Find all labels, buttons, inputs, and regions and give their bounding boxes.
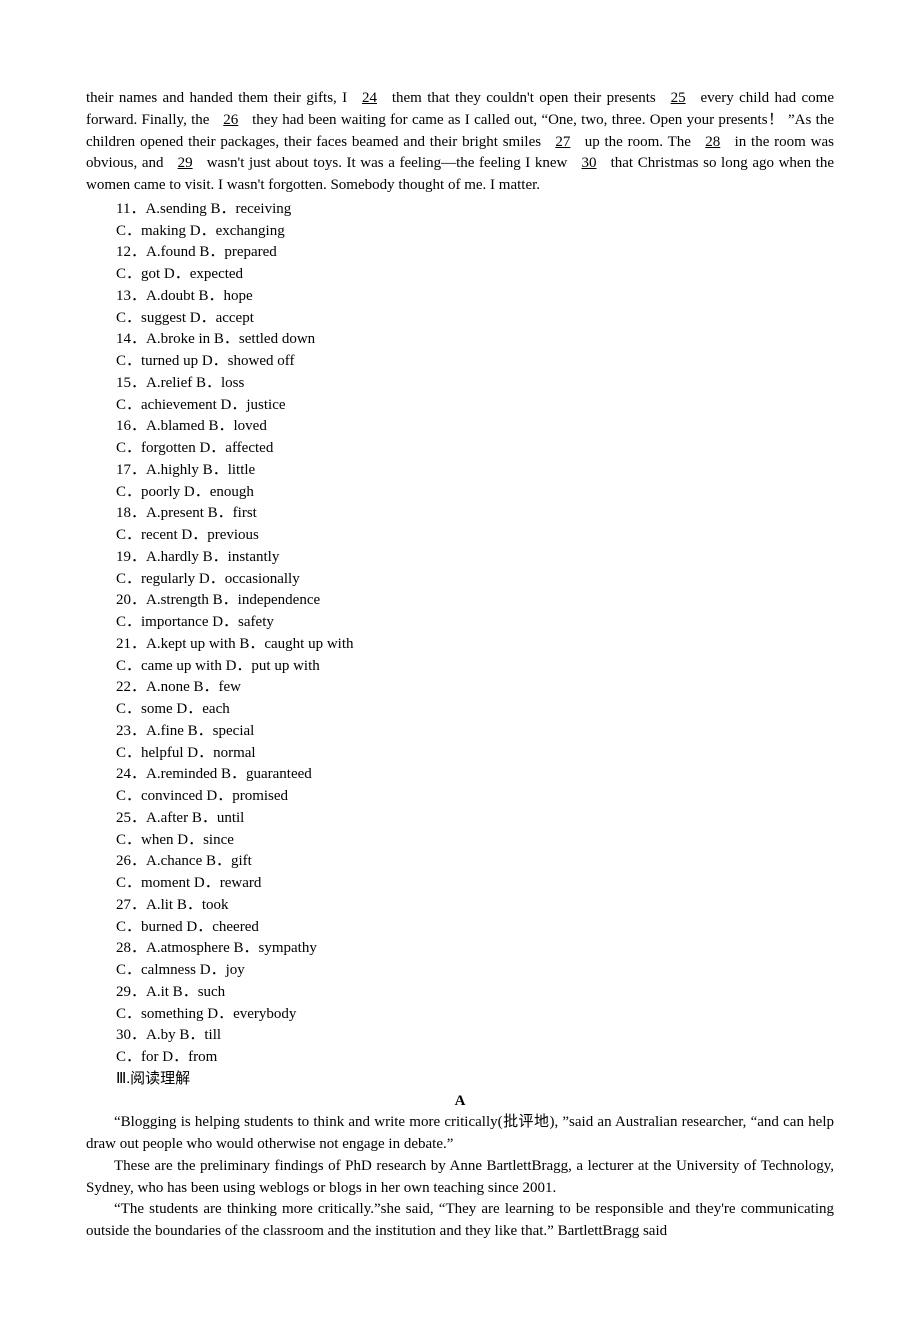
question-row: 15．A.relief B．loss: [116, 373, 834, 395]
question-row: 13．A.doubt B．hope: [116, 286, 834, 308]
blank-30[interactable]: 30: [572, 153, 606, 175]
question-row: 30．A.by B．till: [116, 1025, 834, 1047]
question-row: 21．A.kept up with B．caught up with: [116, 634, 834, 656]
question-options-row1[interactable]: A.doubt B．hope: [146, 288, 253, 304]
question-options-row1[interactable]: A.atmosphere B．sympathy: [146, 940, 317, 956]
question-row: 28．A.atmosphere B．sympathy: [116, 938, 834, 960]
blank-28[interactable]: 28: [696, 132, 730, 154]
question-options-row1[interactable]: A.kept up with B．caught up with: [146, 636, 353, 652]
question-number: 20．: [116, 592, 146, 608]
question-options-row1[interactable]: A.by B．till: [146, 1027, 221, 1043]
question-number: 13．: [116, 288, 146, 304]
section-letter: A: [86, 1091, 834, 1113]
question-options-row2[interactable]: C．regularly D．occasionally: [116, 569, 834, 591]
question-options-row1[interactable]: A.relief B．loss: [146, 375, 244, 391]
blank-27[interactable]: 27: [546, 132, 580, 154]
question-options-row2[interactable]: C．when D．since: [116, 830, 834, 852]
question-options-row1[interactable]: A.found B．prepared: [146, 244, 277, 260]
passage-text: up the room. The: [580, 134, 696, 150]
question-options-row1[interactable]: A.none B．few: [146, 679, 241, 695]
question-row: 16．A.blamed B．loved: [116, 416, 834, 438]
blank-26[interactable]: 26: [214, 110, 248, 132]
question-row: 23．A.fine B．special: [116, 721, 834, 743]
question-number: 17．: [116, 462, 146, 478]
question-number: 15．: [116, 375, 146, 391]
question-row: 26．A.chance B．gift: [116, 851, 834, 873]
question-options-row1[interactable]: A.present B．first: [146, 505, 257, 521]
question-number: 30．: [116, 1027, 146, 1043]
question-options-row2[interactable]: C．for D．from: [116, 1047, 834, 1069]
question-options-row1[interactable]: A.sending B．receiving: [145, 201, 291, 217]
question-number: 27．: [116, 897, 146, 913]
question-row: 24．A.reminded B．guaranteed: [116, 764, 834, 786]
reading-paragraph: “Blogging is helping students to think a…: [86, 1112, 834, 1156]
question-options-row2[interactable]: C．helpful D．normal: [116, 743, 834, 765]
question-options-row2[interactable]: C．turned up D．showed off: [116, 351, 834, 373]
question-options-row2[interactable]: C．suggest D．accept: [116, 308, 834, 330]
question-number: 21．: [116, 636, 146, 652]
question-options-row2[interactable]: C．something D．everybody: [116, 1004, 834, 1026]
question-number: 29．: [116, 984, 146, 1000]
question-options-row2[interactable]: C．forgotten D．affected: [116, 438, 834, 460]
question-options-row2[interactable]: C．importance D．safety: [116, 612, 834, 634]
question-row: 14．A.broke in B．settled down: [116, 329, 834, 351]
question-number: 23．: [116, 723, 146, 739]
question-row: 18．A.present B．first: [116, 503, 834, 525]
question-options-row1[interactable]: A.broke in B．settled down: [146, 331, 315, 347]
question-options-row1[interactable]: A.fine B．special: [146, 723, 254, 739]
question-options-row2[interactable]: C．some D．each: [116, 699, 834, 721]
question-options-row2[interactable]: C．poorly D．enough: [116, 482, 834, 504]
question-number: 25．: [116, 810, 146, 826]
question-row: 27．A.lit B．took: [116, 895, 834, 917]
question-row: 11．A.sending B．receiving: [116, 199, 834, 221]
question-options-row1[interactable]: A.after B．until: [146, 810, 244, 826]
passage-text: wasn't just about toys. It was a feeling…: [202, 155, 572, 171]
question-number: 22．: [116, 679, 146, 695]
questions-list: 11．A.sending B．receivingC．making D．excha…: [86, 199, 834, 1069]
question-number: 28．: [116, 940, 146, 956]
passage-text: their names and handed them their gifts,…: [86, 90, 353, 106]
question-row: 20．A.strength B．independence: [116, 590, 834, 612]
reading-paragraph: “The students are thinking more critical…: [86, 1199, 834, 1243]
question-options-row2[interactable]: C．moment D．reward: [116, 873, 834, 895]
blank-25[interactable]: 25: [661, 88, 695, 110]
question-number: 24．: [116, 766, 146, 782]
question-options-row1[interactable]: A.reminded B．guaranteed: [146, 766, 312, 782]
question-options-row2[interactable]: C．achievement D．justice: [116, 395, 834, 417]
question-options-row2[interactable]: C．got D．expected: [116, 264, 834, 286]
cloze-passage: their names and handed them their gifts,…: [86, 88, 834, 197]
question-options-row1[interactable]: A.hardly B．instantly: [146, 549, 279, 565]
question-number: 16．: [116, 418, 146, 434]
question-row: 12．A.found B．prepared: [116, 242, 834, 264]
question-options-row2[interactable]: C．came up with D．put up with: [116, 656, 834, 678]
question-row: 29．A.it B．such: [116, 982, 834, 1004]
reading-paragraph: These are the preliminary findings of Ph…: [86, 1156, 834, 1200]
passage-text: them that they couldn't open their prese…: [387, 90, 662, 106]
question-number: 19．: [116, 549, 146, 565]
question-number: 18．: [116, 505, 146, 521]
question-number: 11．: [116, 201, 145, 217]
question-number: 26．: [116, 853, 146, 869]
question-row: 17．A.highly B．little: [116, 460, 834, 482]
question-options-row1[interactable]: A.strength B．independence: [146, 592, 320, 608]
question-options-row1[interactable]: A.highly B．little: [146, 462, 255, 478]
question-options-row1[interactable]: A.it B．such: [146, 984, 225, 1000]
question-options-row2[interactable]: C．burned D．cheered: [116, 917, 834, 939]
question-number: 14．: [116, 331, 146, 347]
question-row: 25．A.after B．until: [116, 808, 834, 830]
question-options-row1[interactable]: A.chance B．gift: [146, 853, 252, 869]
question-options-row2[interactable]: C．making D．exchanging: [116, 221, 834, 243]
question-number: 12．: [116, 244, 146, 260]
question-row: 22．A.none B．few: [116, 677, 834, 699]
question-options-row2[interactable]: C．recent D．previous: [116, 525, 834, 547]
question-options-row1[interactable]: A.blamed B．loved: [146, 418, 267, 434]
section-title: Ⅲ.阅读理解: [86, 1069, 834, 1091]
question-options-row1[interactable]: A.lit B．took: [146, 897, 229, 913]
question-options-row2[interactable]: C．convinced D．promised: [116, 786, 834, 808]
question-options-row2[interactable]: C．calmness D．joy: [116, 960, 834, 982]
question-row: 19．A.hardly B．instantly: [116, 547, 834, 569]
blank-29[interactable]: 29: [168, 153, 202, 175]
blank-24[interactable]: 24: [353, 88, 387, 110]
